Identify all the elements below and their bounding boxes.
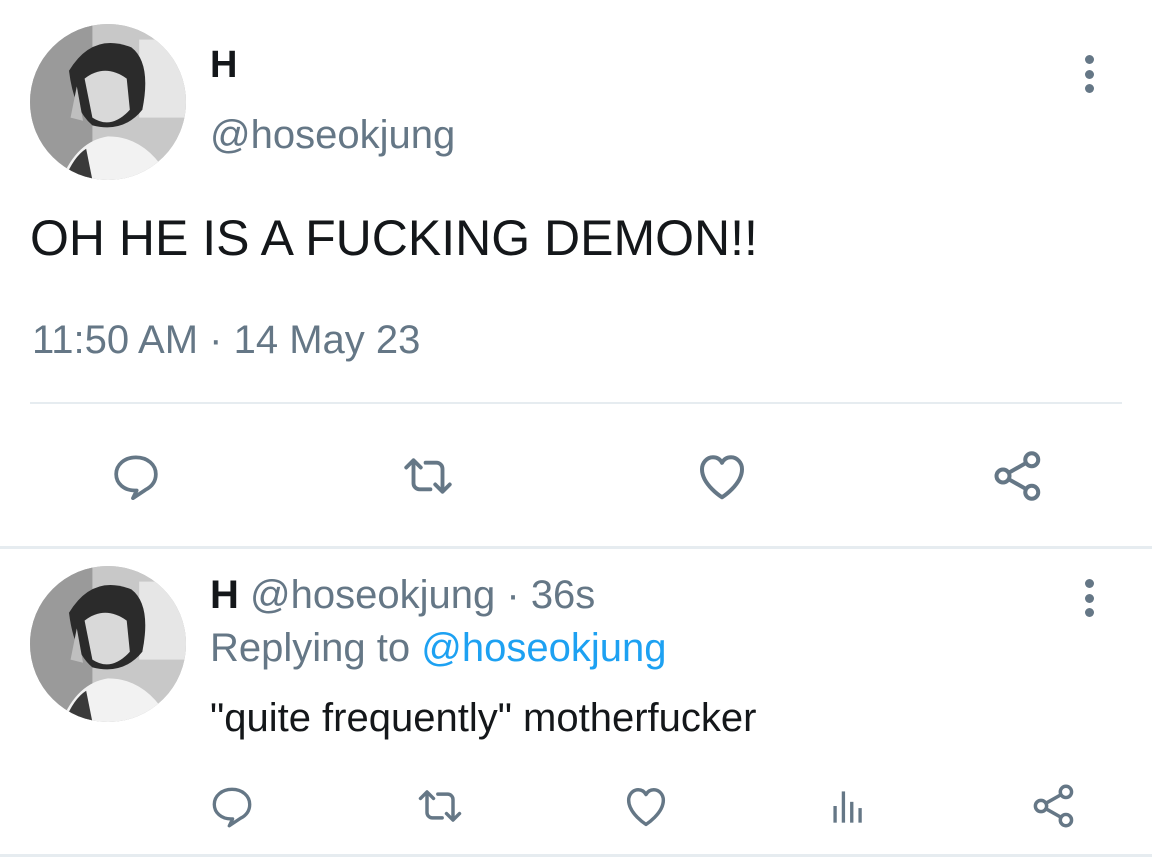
avatar-photo	[30, 24, 186, 180]
separator: ·	[506, 573, 520, 617]
replying-to: Replying to @hoseokjung	[210, 624, 666, 672]
user-handle[interactable]: @hoseokjung	[250, 573, 495, 617]
divider	[30, 402, 1122, 404]
share-icon[interactable]	[986, 444, 1050, 508]
user-handle[interactable]: @hoseokjung	[210, 112, 455, 158]
tweet-thread: H @hoseokjung OH HE IS A FUCKING DEMON!!…	[0, 0, 1152, 858]
retweet-icon[interactable]	[396, 444, 460, 508]
relative-time[interactable]: 36s	[531, 573, 596, 617]
share-icon[interactable]	[1026, 778, 1082, 834]
avatar[interactable]	[30, 24, 186, 180]
mention-link[interactable]: @hoseokjung	[421, 626, 666, 670]
section-divider	[0, 546, 1152, 549]
tweet-text: OH HE IS A FUCKING DEMON!!	[30, 210, 758, 266]
bottom-divider	[0, 854, 1152, 857]
reply-header: H @hoseokjung · 36s	[210, 572, 595, 618]
display-name[interactable]: H	[210, 44, 237, 86]
replying-prefix: Replying to	[210, 626, 411, 670]
avatar[interactable]	[30, 566, 186, 722]
like-icon[interactable]	[690, 444, 754, 508]
avatar-photo	[30, 566, 186, 722]
main-tweet: H @hoseokjung OH HE IS A FUCKING DEMON!!…	[0, 0, 1152, 548]
more-options-icon[interactable]	[1074, 50, 1104, 98]
tweet-timestamp[interactable]: 11:50 AM · 14 May 23	[32, 316, 420, 364]
display-name[interactable]: H	[210, 573, 239, 617]
reply-icon[interactable]	[104, 444, 168, 508]
tweet-text: "quite frequently" motherfucker	[210, 696, 757, 740]
retweet-icon[interactable]	[412, 778, 468, 834]
analytics-icon[interactable]	[820, 778, 876, 834]
reply-icon[interactable]	[204, 778, 260, 834]
more-options-icon[interactable]	[1074, 574, 1104, 622]
like-icon[interactable]	[618, 778, 674, 834]
